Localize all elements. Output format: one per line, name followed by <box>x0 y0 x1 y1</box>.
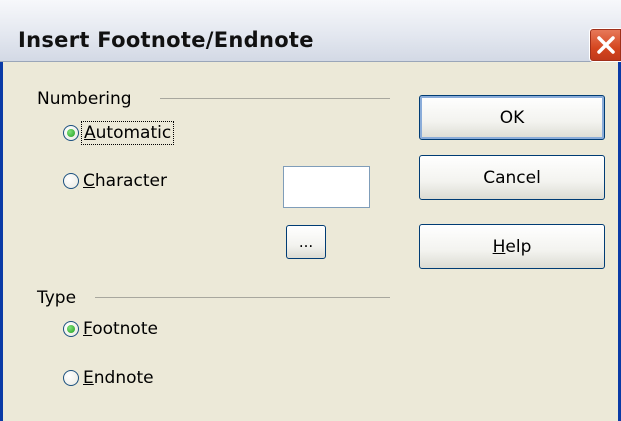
special-character-button[interactable]: ... <box>286 225 326 259</box>
radio-automatic-label[interactable]: Automatic <box>80 121 175 145</box>
character-input[interactable] <box>283 166 370 208</box>
close-icon <box>597 36 615 54</box>
radio-footnote[interactable] <box>63 321 79 337</box>
type-group-label: Type <box>37 288 77 308</box>
dialog-title: Insert Footnote/Endnote <box>18 28 314 52</box>
radio-endnote[interactable] <box>63 370 79 386</box>
cancel-button[interactable]: Cancel <box>419 155 605 200</box>
dialog-body: Numbering Automatic Character ... Type F… <box>0 62 621 421</box>
radio-endnote-row[interactable]: Endnote <box>63 366 154 390</box>
radio-footnote-row[interactable]: Footnote <box>63 317 158 341</box>
ok-button[interactable]: OK <box>419 95 605 140</box>
close-button[interactable] <box>589 28 621 62</box>
numbering-group-label: Numbering <box>37 89 132 109</box>
radio-automatic-row[interactable]: Automatic <box>63 121 175 145</box>
radio-footnote-label[interactable]: Footnote <box>83 319 158 339</box>
help-button[interactable]: Help <box>419 224 605 269</box>
radio-endnote-label[interactable]: Endnote <box>83 368 154 388</box>
type-group-line <box>95 297 390 298</box>
radio-character-label[interactable]: Character <box>83 171 167 191</box>
radio-automatic[interactable] <box>63 125 79 141</box>
radio-character-row[interactable]: Character <box>63 169 167 193</box>
numbering-group-line <box>160 98 390 99</box>
title-bar: Insert Footnote/Endnote <box>0 0 621 62</box>
radio-character[interactable] <box>63 173 79 189</box>
